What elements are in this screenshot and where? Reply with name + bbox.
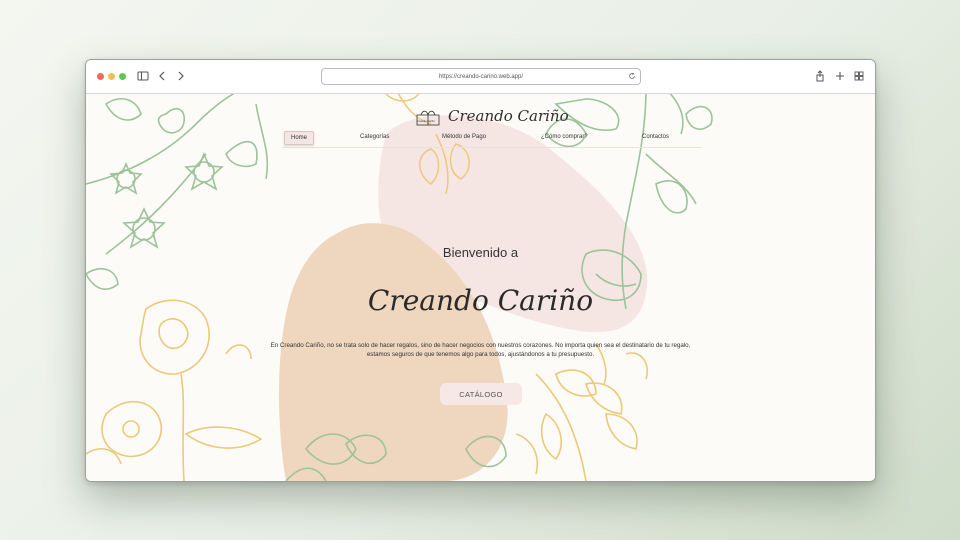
nav-home[interactable]: Home xyxy=(284,131,315,145)
sidebar-icon[interactable] xyxy=(136,69,150,83)
hero-description: En Creando Cariño, no se trata solo de h… xyxy=(270,342,691,358)
brand-logo-mark: Creando Cariño xyxy=(417,120,435,123)
welcome-text: Bienvenido a xyxy=(442,245,519,260)
url-bar[interactable]: https://creando-carino.web.app/ xyxy=(321,68,641,85)
maximize-window-button[interactable] xyxy=(119,73,126,80)
nav-categorias[interactable]: Categorías xyxy=(360,131,389,143)
reload-icon[interactable] xyxy=(628,72,636,80)
catalog-button[interactable]: CATÁLOGO xyxy=(440,383,522,405)
new-tab-icon[interactable] xyxy=(833,69,847,83)
nav-como-comprar[interactable]: ¿Cómo comprar? xyxy=(541,131,588,143)
share-icon[interactable] xyxy=(813,69,827,83)
hero-title: Creando Cariño xyxy=(367,284,594,317)
forward-icon[interactable] xyxy=(174,69,188,83)
nav-contactos[interactable]: Contactos xyxy=(642,131,669,143)
nav-metodo-de-pago[interactable]: Método de Pago xyxy=(442,131,486,143)
back-icon[interactable] xyxy=(155,69,169,83)
brand-logo[interactable]: Creando Cariño Creando Cariño xyxy=(416,104,569,128)
page-content: Creando Cariño Creando Cariño Home Categ… xyxy=(86,94,875,481)
brand-title: Creando Cariño xyxy=(448,107,569,125)
minimize-window-button[interactable] xyxy=(108,73,115,80)
close-window-button[interactable] xyxy=(97,73,104,80)
browser-toolbar: https://creando-carino.web.app/ xyxy=(86,60,875,94)
yellow-florals-bottom-left xyxy=(86,299,263,481)
tab-overview-icon[interactable] xyxy=(852,69,866,83)
browser-window: https://creando-carino.web.app/ Creando … xyxy=(85,59,876,482)
main-nav: Home Categorías Método de Pago ¿Cómo com… xyxy=(282,129,702,148)
yellow-florals-bottom-right xyxy=(515,343,648,481)
url-text: https://creando-carino.web.app/ xyxy=(438,73,524,80)
